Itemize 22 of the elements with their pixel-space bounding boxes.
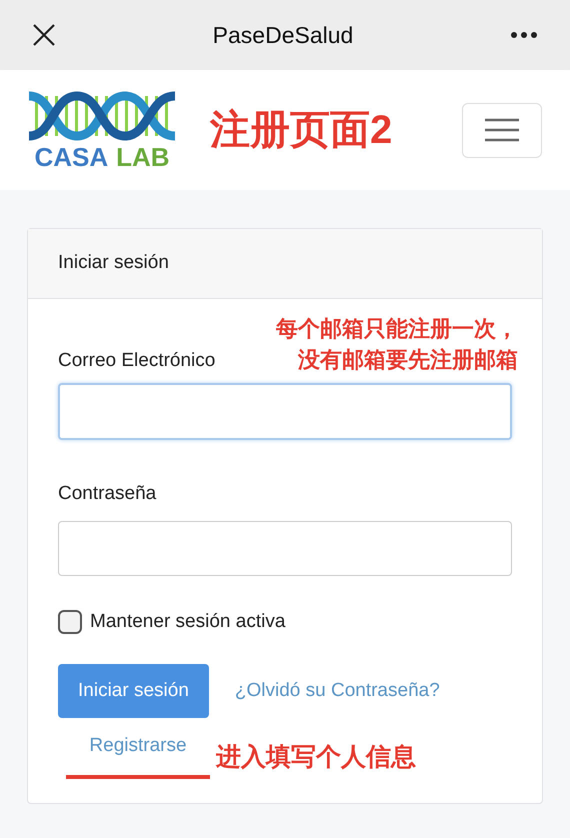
menu-button[interactable] [462, 102, 542, 158]
more-icon[interactable] [510, 31, 538, 39]
logo-text: CASA [34, 144, 108, 170]
annotation-text: 没有邮箱要先注册邮箱 [298, 346, 518, 374]
forgot-password-link[interactable]: ¿Olvidó su Contraseña? [234, 676, 440, 706]
window-title: PaseDeSalud [212, 20, 354, 50]
register-link[interactable]: Registrarse [89, 732, 187, 760]
input-field[interactable] [58, 520, 512, 576]
checkbox[interactable] [58, 610, 82, 634]
dna-logo-icon [29, 90, 175, 142]
card-title: Iniciar sesión [58, 251, 169, 276]
checkbox-label: Mantener sesión activa [90, 610, 286, 634]
close-icon[interactable] [32, 23, 56, 47]
field-label: Correo Electrónico [58, 348, 216, 372]
annotation-text: 注册页面2 [210, 107, 394, 154]
input-field[interactable] [58, 383, 512, 440]
annotation-text: 进入填写个人信息 [216, 742, 416, 773]
logo-text: LAB [116, 144, 170, 170]
annotation-text: 每个邮箱只能注册一次， [276, 315, 518, 343]
login-button[interactable]: Iniciar sesión [58, 664, 209, 718]
menu-icon [485, 118, 519, 142]
field-label: Contraseña [58, 482, 156, 506]
